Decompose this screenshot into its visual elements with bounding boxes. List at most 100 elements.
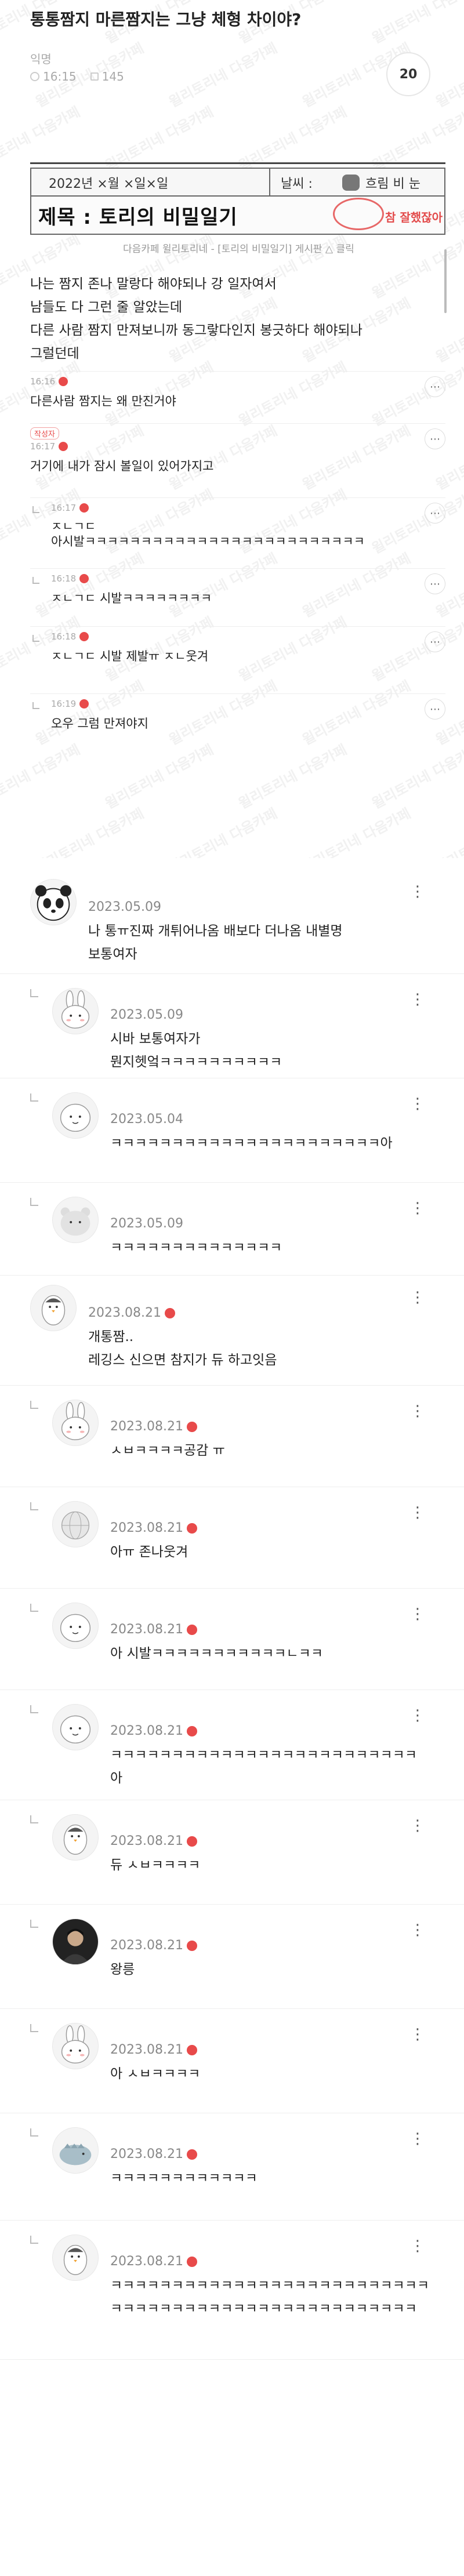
more-options-button[interactable]: ⋯	[425, 503, 445, 524]
diary-title-row: 제목 : 토리의 비밀일기 참 잘했잖아	[30, 197, 445, 235]
diary-caption-link[interactable]: 다음카페 윌리토리네 - [토리의 비밀일기] 게시판 △ 클릭	[123, 241, 354, 255]
more-options-icon[interactable]: ⋮	[406, 1286, 429, 1309]
comment-text: 아 시발ㅋㅋㅋㅋㅋㅋㅋㅋㅋㅋㅋㄴㅋㅋ	[110, 1646, 324, 1661]
more-options-button[interactable]: ⋯	[425, 631, 445, 652]
watermark-text: 윌리토리네 다음카페	[166, 805, 280, 858]
comment-text: 왕릉	[110, 1962, 135, 1977]
more-options-icon[interactable]: ⋮	[406, 1197, 429, 1220]
comment-date: 2023.08.21	[110, 1622, 197, 1637]
comment-text: 거기에 내가 잠시 볼일이 있어가지고	[30, 459, 214, 473]
views-icon	[90, 72, 99, 81]
comment-text: ㅈㄴㄱㄷ 시발ㅋㅋㅋㅋㅋㅋㅋㅋ	[51, 591, 212, 605]
comment-time-text: 16:19	[51, 699, 77, 709]
post-meta: 16:15 145	[30, 70, 124, 83]
avatar[interactable]	[52, 1919, 99, 1965]
more-options-icon[interactable]: ⋮	[406, 1400, 429, 1423]
stamp-icon	[333, 198, 384, 230]
comment-time: 16:18	[51, 573, 89, 584]
comment-text: ㅅㅂㅋㅋㅋㅋ공감 ㅠ	[110, 1443, 225, 1458]
comment-item: 2023.08.21 아ㅠ 존나웃겨 ⋮	[0, 1487, 464, 1589]
cloud-icon	[342, 175, 360, 191]
more-options-icon[interactable]: ⋮	[406, 2235, 429, 2258]
diary-date: 2022년 ×월 ×일×일	[49, 177, 169, 191]
avatar[interactable]	[52, 1092, 99, 1139]
comment-date-text: 2023.05.09	[110, 1216, 183, 1231]
more-options-button[interactable]: ⋯	[425, 699, 445, 720]
comment-item: 2023.08.21 아 ㅅㅂㅋㅋㅋㅋ ⋮	[0, 2009, 464, 2113]
reply-arrow-icon	[30, 989, 38, 997]
new-badge-icon	[79, 503, 89, 513]
comment-time-text: 16:17	[30, 441, 56, 452]
watermark-text: 윌리토리네 다음카페	[166, 39, 280, 111]
avatar[interactable]	[52, 1603, 99, 1649]
comment-item: 2023.05.09 나 통ㅠ진짜 개튀어나옴 배보다 더나옴 내별명 보통여자 ⋮	[0, 870, 464, 974]
comment-time-text: 16:16	[30, 376, 56, 387]
comment-text: 아 ㅅㅂㅋㅋㅋㅋ	[110, 2066, 201, 2081]
more-options-icon[interactable]: ⋮	[406, 1501, 429, 1524]
more-options-icon[interactable]: ⋮	[406, 1919, 429, 1942]
more-options-button[interactable]: ⋯	[425, 376, 445, 397]
reply-arrow-icon	[30, 1920, 38, 1928]
comment-date-text: 2023.08.21	[110, 2043, 183, 2057]
new-badge-icon	[186, 1624, 197, 1635]
comment-date: 2023.08.21	[88, 1306, 175, 1320]
avatar[interactable]	[30, 879, 77, 925]
comment-item: 2023.05.09 시바 보통여자가 뭔지헷엌ㅋㅋㅋㅋㅋㅋㅋㅋㅋㅋ ⋮	[0, 974, 464, 1078]
comment-item: 2023.05.04 ㅋㅋㅋㅋㅋㅋㅋㅋㅋㅋㅋㅋㅋㅋㅋㅋㅋㅋㅋㅋㅋㅋ아 ⋮	[0, 1078, 464, 1183]
reply-arrow-icon	[30, 2128, 38, 2137]
post-views: 145	[102, 70, 124, 83]
more-options-icon[interactable]: ⋮	[406, 1704, 429, 1727]
more-options-icon[interactable]: ⋮	[406, 1814, 429, 1837]
avatar[interactable]	[52, 988, 99, 1034]
comment-date-text: 2023.08.21	[110, 1834, 183, 1848]
comment-date-text: 2023.05.04	[110, 1112, 183, 1127]
comment-time-text: 16:18	[51, 631, 77, 642]
post-time: 16:15	[43, 70, 77, 83]
comment-text: ㅈㄴㄱㄷ 아시발ㅋㅋㅋㅋㅋㅋㅋㅋㅋㅋㅋㅋㅋㅋㅋㅋㅋㅋㅋㅋㅋㅋㅋㅋㅋ	[51, 519, 365, 548]
more-options-icon[interactable]: ⋮	[406, 1092, 429, 1116]
post-body: 나는 짬지 존나 말랑다 해야되나 강 일자여서 남들도 다 그런 줄 알았는데 다…	[30, 273, 436, 365]
comment-text: ㅋㅋㅋㅋㅋㅋㅋㅋㅋㅋㅋㅋ	[110, 2171, 258, 2186]
avatar[interactable]	[52, 1704, 99, 1750]
post-body-line: 나는 짬지 존나 말랑다 해야되나 강 일자여서	[30, 277, 277, 292]
avatar[interactable]	[52, 2023, 99, 2069]
comment-text: 오우 그럼 만져야지	[51, 717, 148, 731]
diary-weather-label: 날씨 :	[281, 177, 313, 191]
comment-text: ㅋㅋㅋㅋㅋㅋㅋㅋㅋㅋㅋㅋㅋㅋㅋㅋㅋㅋㅋㅋㅋㅋ아	[110, 1136, 393, 1151]
avatar[interactable]	[52, 1501, 99, 1547]
new-badge-icon	[186, 2149, 197, 2160]
comment-date: 2023.08.21	[110, 1521, 197, 1535]
avatar[interactable]	[52, 1197, 99, 1243]
avatar[interactable]	[52, 2235, 99, 2281]
diary-header-row: 2022년 ×월 ×일×일 날씨 : 흐림 비 눈	[30, 168, 445, 197]
more-options-button[interactable]: ⋯	[425, 573, 445, 594]
comment-date-text: 2023.05.09	[88, 900, 161, 914]
screenshot-comment: 16:17 ㅈㄴㄱㄷ 아시발ㅋㅋㅋㅋㅋㅋㅋㅋㅋㅋㅋㅋㅋㅋㅋㅋㅋㅋㅋㅋㅋㅋㅋㅋㅋ ⋯	[30, 497, 445, 568]
comment-time: 16:16	[30, 376, 68, 387]
avatar[interactable]	[30, 1285, 77, 1331]
comment-item: 2023.05.09 ㅋㅋㅋㅋㅋㅋㅋㅋㅋㅋㅋㅋㅋㅋ ⋮	[0, 1183, 464, 1276]
reply-arrow-icon	[32, 577, 39, 584]
comment-time: 16:17	[30, 441, 68, 452]
comment-item: 2023.08.21 ㅋㅋㅋㅋㅋㅋㅋㅋㅋㅋㅋㅋ ⋮	[0, 2113, 464, 2221]
comment-item: 2023.08.21 아 시발ㅋㅋㅋㅋㅋㅋㅋㅋㅋㅋㅋㄴㅋㅋ ⋮	[0, 1589, 464, 1690]
watermark-text: 윌리토리네 다음카페	[433, 295, 464, 366]
avatar[interactable]	[52, 1814, 99, 1861]
comment-item: 2023.08.21 개통짬.. 레깅스 신으면 참지가 듀 하고잇음 ⋮	[0, 1276, 464, 1386]
new-badge-icon	[59, 377, 68, 386]
avatar[interactable]	[52, 2127, 99, 2174]
scrollbar[interactable]	[444, 249, 447, 313]
more-options-icon[interactable]: ⋮	[406, 2127, 429, 2150]
more-options-icon[interactable]: ⋮	[406, 880, 429, 903]
more-options-button[interactable]: ⋯	[425, 428, 445, 449]
comment-count-button[interactable]: 20	[386, 52, 430, 96]
comment-text: ㅈㄴㄱㄷ 시발 제발ㅠ ㅈㄴ웃겨	[51, 649, 209, 663]
avatar[interactable]	[52, 1400, 99, 1446]
more-options-icon[interactable]: ⋮	[406, 988, 429, 1011]
more-options-icon[interactable]: ⋮	[406, 1603, 429, 1626]
reply-arrow-icon	[30, 1093, 38, 1102]
new-badge-icon	[186, 1836, 197, 1847]
new-badge-icon	[79, 632, 89, 641]
screenshot-comment: 16:19 오우 그럼 만져야지 ⋯	[30, 693, 445, 757]
more-options-icon[interactable]: ⋮	[406, 2023, 429, 2046]
